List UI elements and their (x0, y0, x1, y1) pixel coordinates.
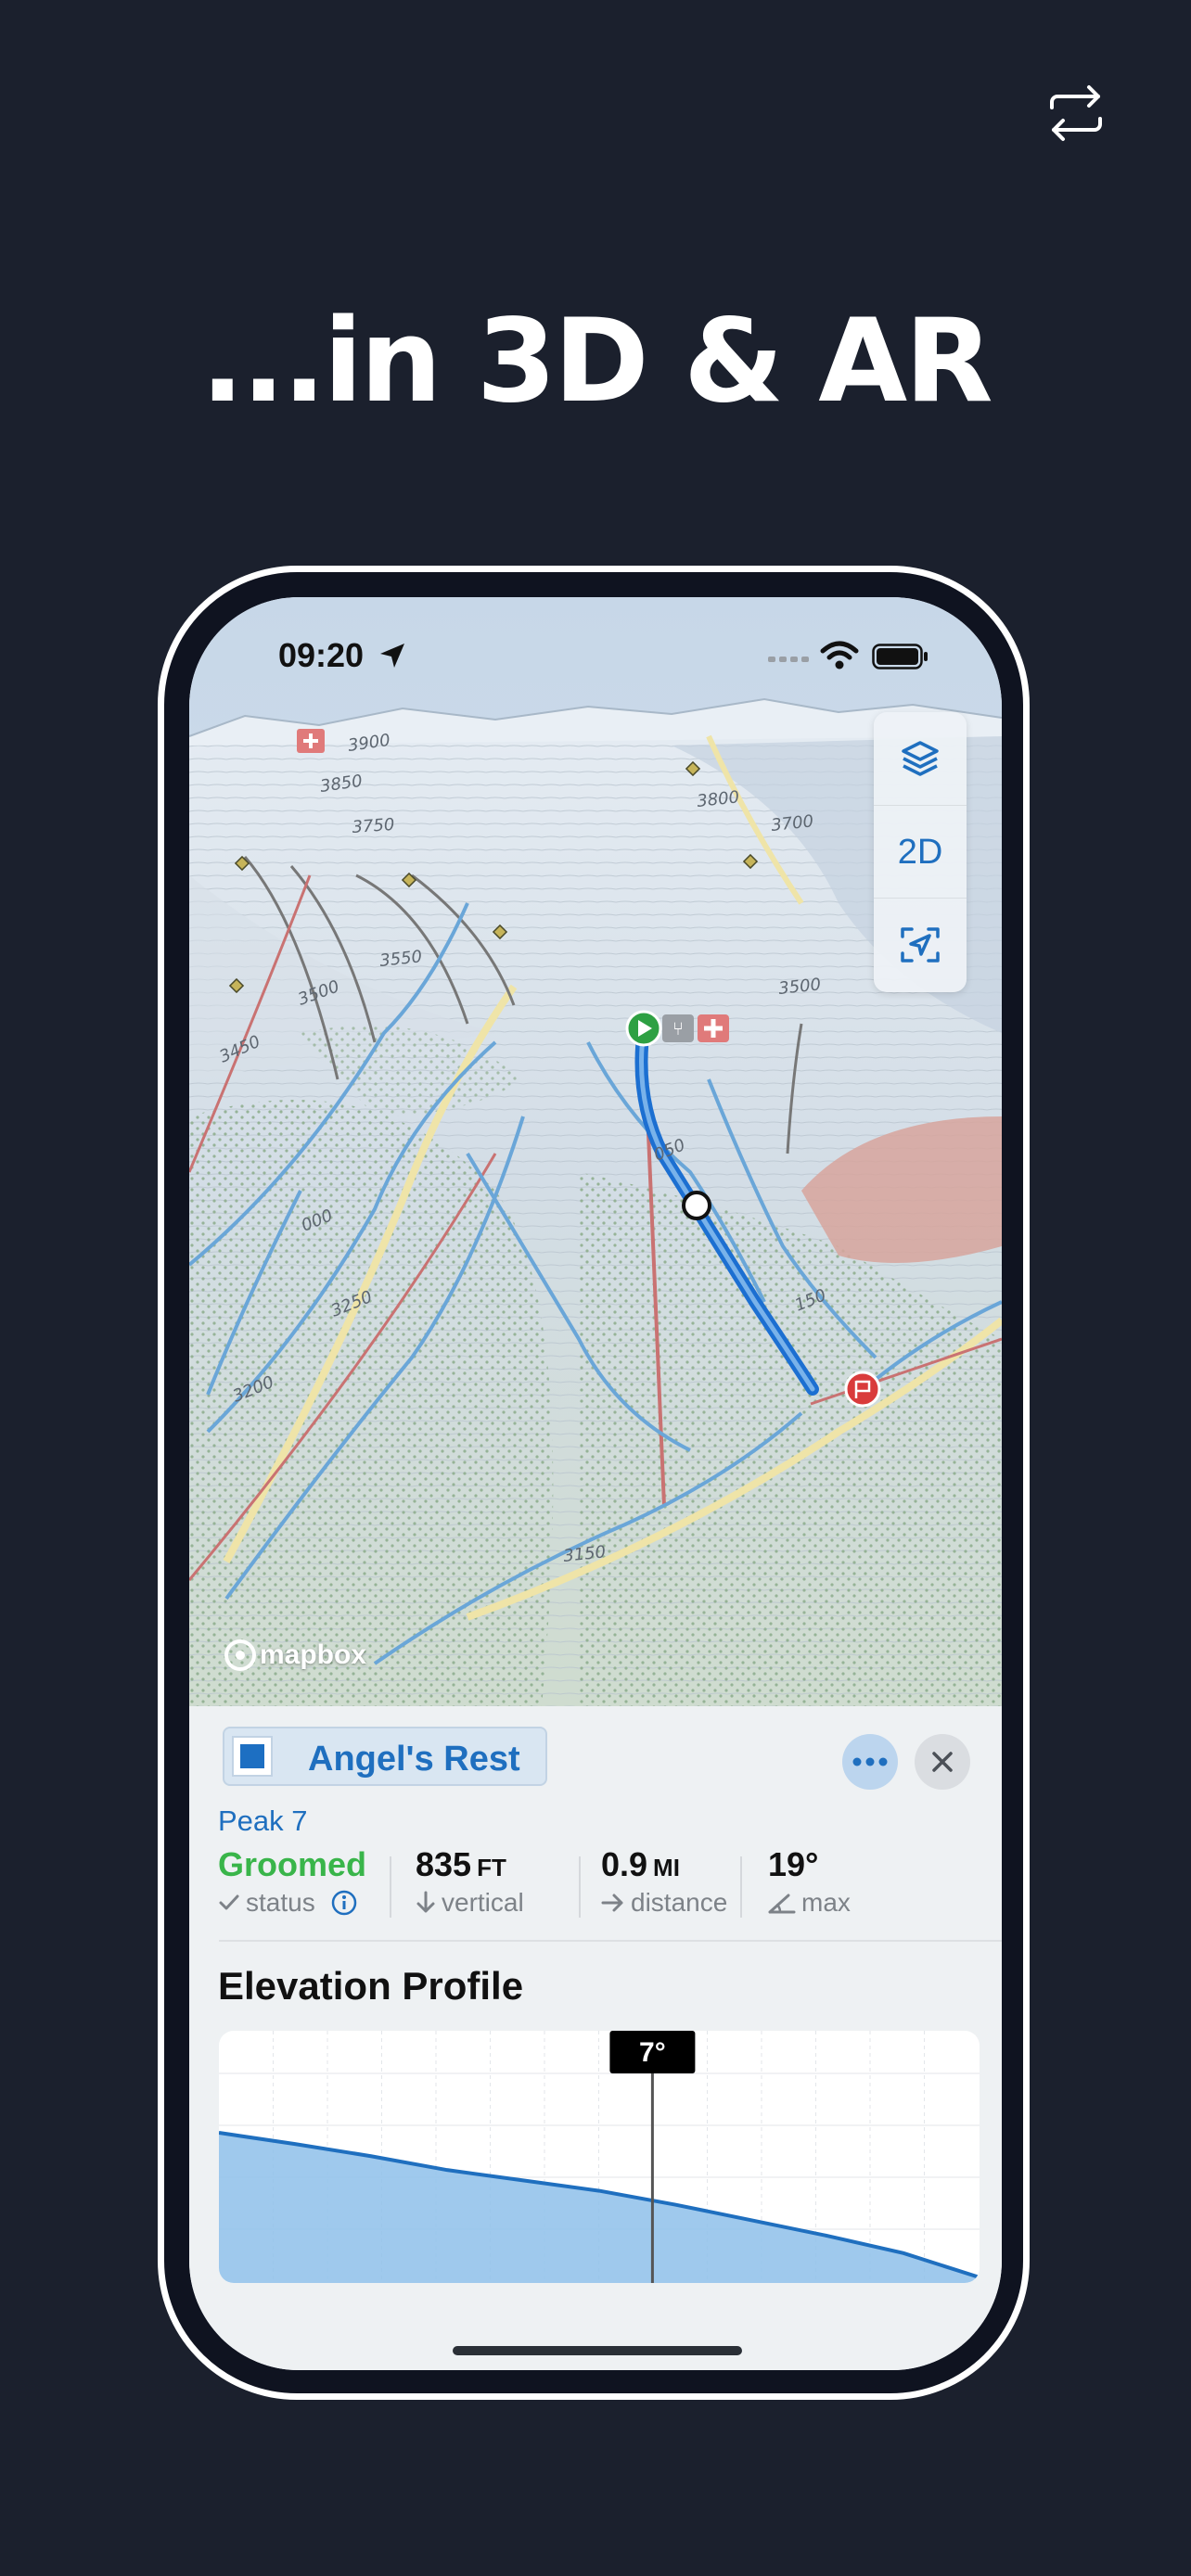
map-controls: 2D (874, 712, 967, 992)
status-time: 09:20 (278, 636, 365, 674)
stat-value: 835 (416, 1845, 472, 1883)
stat-unit: MI (653, 1854, 680, 1881)
run-detail-sheet: Angel's Rest Peak 7 Groomed status 835 FT (189, 1706, 1002, 2370)
headline: ...in 3D & AR (200, 295, 992, 428)
elevation-area (219, 2133, 980, 2283)
toggle-2d-button[interactable]: 2D (874, 805, 967, 899)
divider (740, 1856, 742, 1918)
stat-status: Groomed status (218, 1845, 366, 1918)
signal-icon (768, 657, 809, 662)
wifi-icon (820, 641, 859, 670)
phone-screen: ⑂ 3900 3850 3750 3800 3700 3550 3500 345… (189, 597, 1002, 2370)
layers-icon (902, 741, 939, 776)
stat-label: vertical (442, 1888, 524, 1917)
close-button[interactable] (915, 1734, 970, 1790)
check-icon (219, 1894, 239, 1910)
stat-value: Groomed (218, 1845, 367, 1883)
swap-arrows-icon[interactable] (1043, 80, 1109, 147)
stat-value: 0.9 (601, 1845, 648, 1883)
svg-text:⑂: ⑂ (672, 1017, 684, 1039)
elevation-profile-title: Elevation Profile (218, 1964, 524, 2008)
position-marker-label: 7° (639, 2037, 666, 2068)
run-color-swatch (232, 1736, 273, 1777)
close-icon (932, 1752, 953, 1772)
contour-label: 3750 (352, 815, 395, 837)
stat-value: 19° (768, 1845, 819, 1883)
stat-label: status (246, 1888, 315, 1917)
divider (579, 1856, 581, 1918)
area-name: Peak 7 (218, 1804, 308, 1837)
arrow-right-icon (601, 1894, 623, 1912)
arrow-down-icon (416, 1891, 435, 1913)
info-icon[interactable] (330, 1889, 358, 1917)
layers-button[interactable] (874, 712, 967, 805)
divider (390, 1856, 391, 1918)
run-title-chip[interactable]: Angel's Rest (223, 1727, 547, 1786)
battery-icon (872, 644, 928, 670)
home-indicator[interactable] (453, 2346, 742, 2355)
locate-button[interactable] (874, 898, 967, 991)
ellipsis-icon (852, 1757, 888, 1766)
locate-icon (901, 927, 940, 963)
stat-max-angle: 19° max (768, 1845, 851, 1918)
elevation-chart[interactable]: 7° (219, 2031, 980, 2283)
stat-label: distance (631, 1888, 728, 1917)
stat-distance: 0.9 MI distance (583, 1845, 727, 1918)
mapbox-icon (224, 1639, 256, 1671)
stat-label: max (801, 1888, 851, 1917)
mapbox-logo[interactable]: mapbox (224, 1639, 366, 1671)
section-divider (219, 1940, 1002, 1942)
stat-vertical: 835 FT vertical (416, 1845, 524, 1918)
stat-unit: FT (477, 1854, 506, 1881)
location-arrow-icon (380, 644, 404, 668)
run-name: Angel's Rest (308, 1740, 520, 1779)
more-options-button[interactable] (842, 1734, 898, 1790)
angle-icon (768, 1894, 796, 1914)
